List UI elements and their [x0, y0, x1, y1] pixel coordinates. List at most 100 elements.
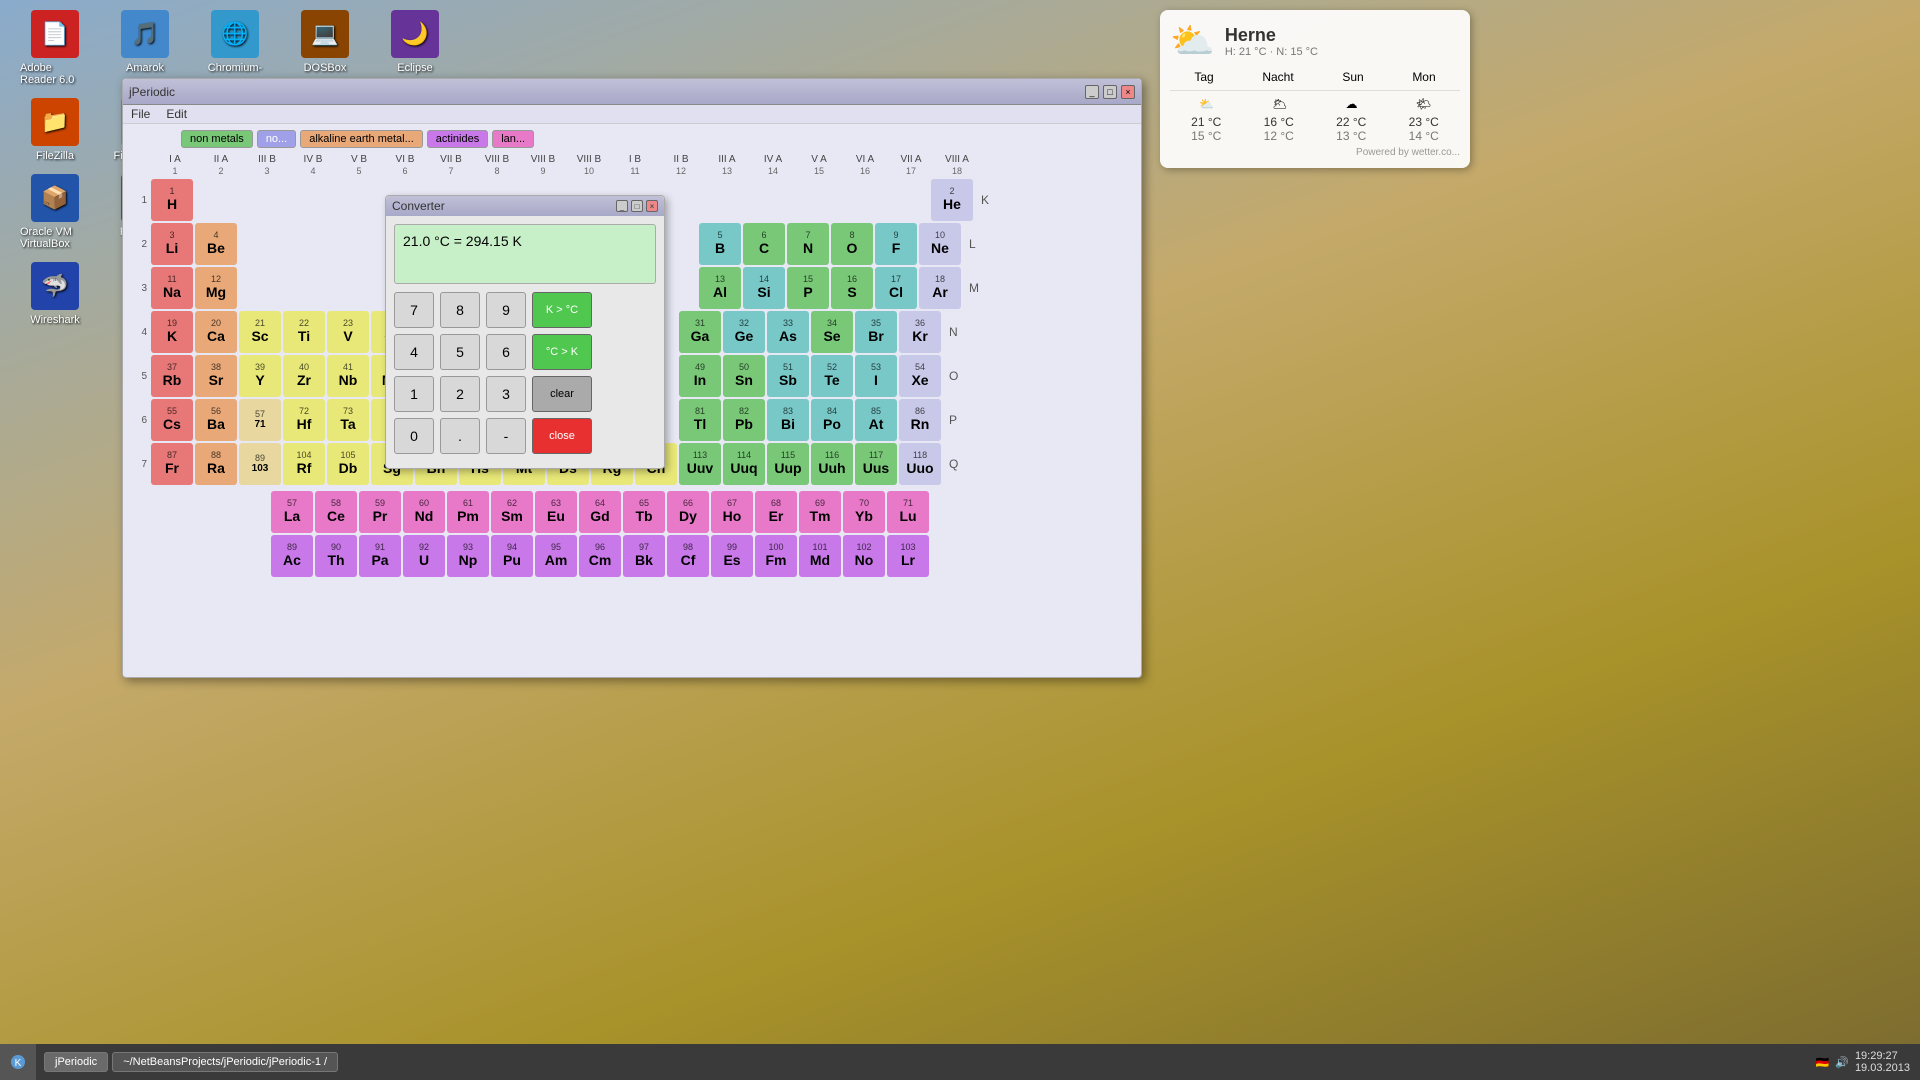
window-iconify-btn[interactable]: _ [1085, 85, 1099, 99]
element-Ti[interactable]: 22Ti [283, 311, 325, 353]
icon-filezilla[interactable]: 📁 FileZilla [20, 98, 90, 162]
element-Sc[interactable]: 21Sc [239, 311, 281, 353]
element-Rn[interactable]: 86Rn [899, 399, 941, 441]
element-Dy[interactable]: 66Dy [667, 491, 709, 533]
element-In[interactable]: 49In [679, 355, 721, 397]
element-Sn[interactable]: 50Sn [723, 355, 765, 397]
btn-dot[interactable]: . [440, 418, 480, 454]
element-Be[interactable]: 4Be [195, 223, 237, 265]
element-No[interactable]: 102No [843, 535, 885, 577]
legend-alkaline[interactable]: alkaline earth metal... [300, 130, 423, 148]
element-Na[interactable]: 11Na [151, 267, 193, 309]
element-Am[interactable]: 95Am [535, 535, 577, 577]
element-Er[interactable]: 68Er [755, 491, 797, 533]
element-Rf[interactable]: 104Rf [283, 443, 325, 485]
element-89-103[interactable]: 89103 [239, 443, 281, 485]
element-Ac[interactable]: 89Ac [271, 535, 313, 577]
element-Xe[interactable]: 54Xe [899, 355, 941, 397]
element-Ar[interactable]: 18Ar [919, 267, 961, 309]
element-Eu[interactable]: 63Eu [535, 491, 577, 533]
element-Md[interactable]: 101Md [799, 535, 841, 577]
element-Cf[interactable]: 98Cf [667, 535, 709, 577]
converter-iconify-btn[interactable]: _ [616, 200, 628, 212]
window-maximize-btn[interactable]: □ [1103, 85, 1117, 99]
element-Lr[interactable]: 103Lr [887, 535, 929, 577]
element-Db[interactable]: 105Db [327, 443, 369, 485]
element-I[interactable]: 53I [855, 355, 897, 397]
element-Cm[interactable]: 96Cm [579, 535, 621, 577]
taskbar-start-btn[interactable]: K [0, 1044, 36, 1080]
btn-6[interactable]: 6 [486, 334, 526, 370]
element-Zr[interactable]: 40Zr [283, 355, 325, 397]
element-Ho[interactable]: 67Ho [711, 491, 753, 533]
menu-file[interactable]: File [131, 107, 150, 121]
btn-close[interactable]: close [532, 418, 592, 454]
element-S[interactable]: 16S [831, 267, 873, 309]
element-H[interactable]: 1H [151, 179, 193, 221]
menu-edit[interactable]: Edit [166, 107, 187, 121]
element-Pa[interactable]: 91Pa [359, 535, 401, 577]
btn-9[interactable]: 9 [486, 292, 526, 328]
element-Uus[interactable]: 117Uus [855, 443, 897, 485]
element-Sb[interactable]: 51Sb [767, 355, 809, 397]
btn-clear[interactable]: clear [532, 376, 592, 412]
element-P[interactable]: 15P [787, 267, 829, 309]
element-K[interactable]: 19K [151, 311, 193, 353]
btn-k2c[interactable]: K > °C [532, 292, 592, 328]
legend-nonmetals[interactable]: non metals [181, 130, 253, 148]
element-Cs[interactable]: 55Cs [151, 399, 193, 441]
element-57-71[interactable]: 5771 [239, 399, 281, 441]
element-Mg[interactable]: 12Mg [195, 267, 237, 309]
element-Fr[interactable]: 87Fr [151, 443, 193, 485]
element-Ta[interactable]: 73Ta [327, 399, 369, 441]
converter-maximize-btn[interactable]: □ [631, 200, 643, 212]
element-Yb[interactable]: 70Yb [843, 491, 885, 533]
element-Si[interactable]: 14Si [743, 267, 785, 309]
btn-0[interactable]: 0 [394, 418, 434, 454]
element-Sm[interactable]: 62Sm [491, 491, 533, 533]
btn-2[interactable]: 2 [440, 376, 480, 412]
element-Y[interactable]: 39Y [239, 355, 281, 397]
element-Ba[interactable]: 56Ba [195, 399, 237, 441]
element-Np[interactable]: 93Np [447, 535, 489, 577]
element-Uuh[interactable]: 116Uuh [811, 443, 853, 485]
btn-8[interactable]: 8 [440, 292, 480, 328]
taskbar-item-netbeans[interactable]: ~/NetBeansProjects/jPeriodic/jPeriodic-1… [112, 1052, 338, 1072]
btn-3[interactable]: 3 [486, 376, 526, 412]
element-Tm[interactable]: 69Tm [799, 491, 841, 533]
element-Pb[interactable]: 82Pb [723, 399, 765, 441]
legend-noble[interactable]: no... [257, 130, 296, 148]
element-U[interactable]: 92U [403, 535, 445, 577]
element-Sr[interactable]: 38Sr [195, 355, 237, 397]
element-At[interactable]: 85At [855, 399, 897, 441]
element-Bi[interactable]: 83Bi [767, 399, 809, 441]
btn-5[interactable]: 5 [440, 334, 480, 370]
element-V[interactable]: 23V [327, 311, 369, 353]
icon-eclipse[interactable]: 🌙 Eclipse [380, 10, 450, 86]
btn-4[interactable]: 4 [394, 334, 434, 370]
element-B[interactable]: 5B [699, 223, 741, 265]
element-La[interactable]: 57La [271, 491, 313, 533]
element-As[interactable]: 33As [767, 311, 809, 353]
element-Uuo[interactable]: 118Uuo [899, 443, 941, 485]
element-Uup[interactable]: 115Uup [767, 443, 809, 485]
element-Pr[interactable]: 59Pr [359, 491, 401, 533]
legend-actinides[interactable]: actinides [427, 130, 488, 148]
element-Br[interactable]: 35Br [855, 311, 897, 353]
element-Lu[interactable]: 71Lu [887, 491, 929, 533]
element-He[interactable]: 2He [931, 179, 973, 221]
btn-7[interactable]: 7 [394, 292, 434, 328]
icon-amarok[interactable]: 🎵 Amarok [110, 10, 180, 86]
taskbar-item-jperiodic[interactable]: jPeriodic [44, 1052, 108, 1072]
element-Fm[interactable]: 100Fm [755, 535, 797, 577]
icon-adobe-reader[interactable]: 📄 Adobe Reader 6.0 [20, 10, 90, 86]
icon-dosbox[interactable]: 💻 DOSBox [290, 10, 360, 86]
window-close-btn[interactable]: × [1121, 85, 1135, 99]
icon-oracle-vm[interactable]: 📦 Oracle VM VirtualBox [20, 174, 90, 250]
element-Bk[interactable]: 97Bk [623, 535, 665, 577]
element-Pm[interactable]: 61Pm [447, 491, 489, 533]
element-Li[interactable]: 3Li [151, 223, 193, 265]
element-Ga[interactable]: 31Ga [679, 311, 721, 353]
element-Pu[interactable]: 94Pu [491, 535, 533, 577]
legend-lanthanides[interactable]: lan... [492, 130, 534, 148]
